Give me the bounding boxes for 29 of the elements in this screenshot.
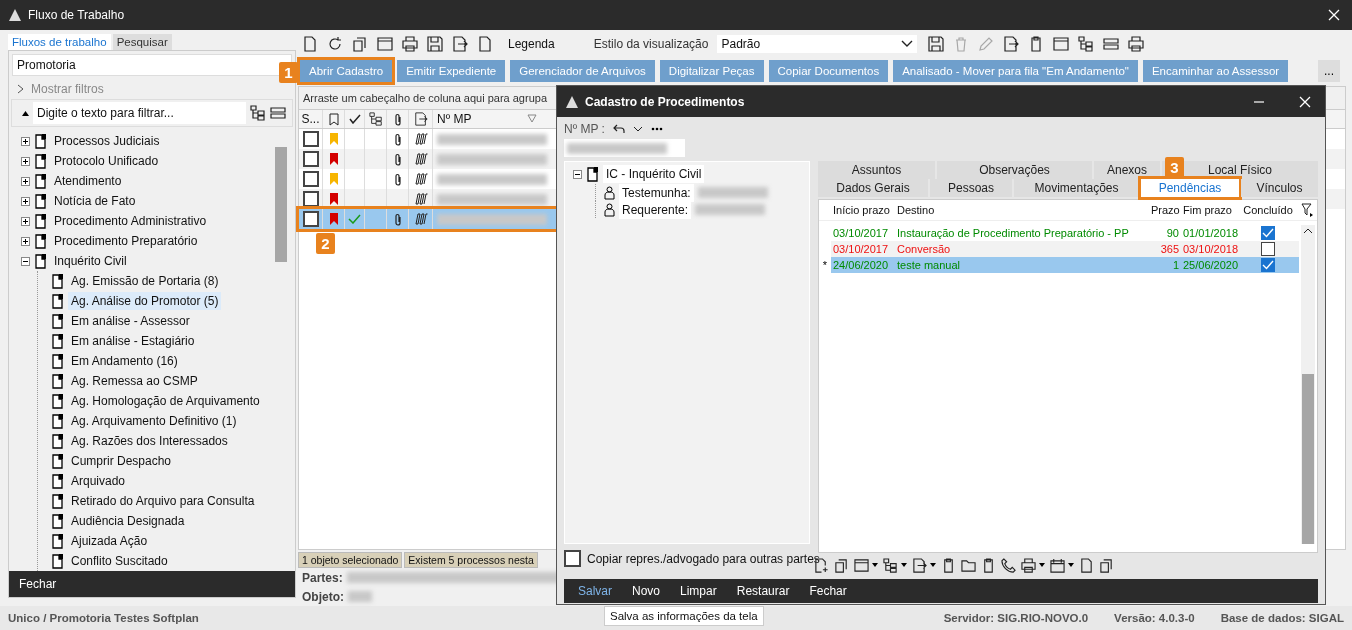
callout-badge: 3 [1165,157,1184,178]
table-cell-text: 1 [1171,259,1179,271]
table-cell-text: 25/06/2020 [1182,259,1240,271]
table-cell-text: 03/10/2018 [1182,243,1240,255]
table-cell-text: 365 [1159,243,1179,255]
row-marker: * [821,259,829,271]
dialog-title: Cadastro de Procedimentos [585,94,745,109]
window-title: Fluxo de Trabalho [28,8,125,22]
status-text: Base de dados: SIGAL [1220,612,1344,624]
callout-badge: 2 [316,233,335,254]
detail-label: Objeto: [302,589,344,604]
callout-badge: 1 [279,61,298,83]
detail-label: Partes: [302,570,343,585]
table-cell-text: Instauração de Procedimento Preparatório - PP [896,227,1130,239]
table-cell-text: 24/06/2020 [832,259,890,271]
table-cell-text: 03/10/2017 [832,243,890,255]
status-cell: 1 objeto selecionado [298,552,403,568]
status-text: Versão: 4.0.3-0 [1114,612,1195,624]
status-cell: Existem 5 processos nesta [404,552,538,568]
status-text: Unico / Promotoria Testes Softplan [8,612,199,624]
table-cell-text: teste manual [896,259,961,271]
status-text: Servidor: SIG.RIO-NOVO.0 [943,612,1089,624]
table-cell-text: 01/01/2018 [1182,227,1240,239]
tooltip: Salva as informações da tela [604,606,764,626]
table-cell-text: 03/10/2017 [832,227,890,239]
table-cell-text: 90 [1165,227,1179,239]
view-style-label: Estilo da visualização [593,36,709,51]
table-cell-text: Conversão [896,243,952,255]
mp-label: Nº MP : [564,122,605,136]
